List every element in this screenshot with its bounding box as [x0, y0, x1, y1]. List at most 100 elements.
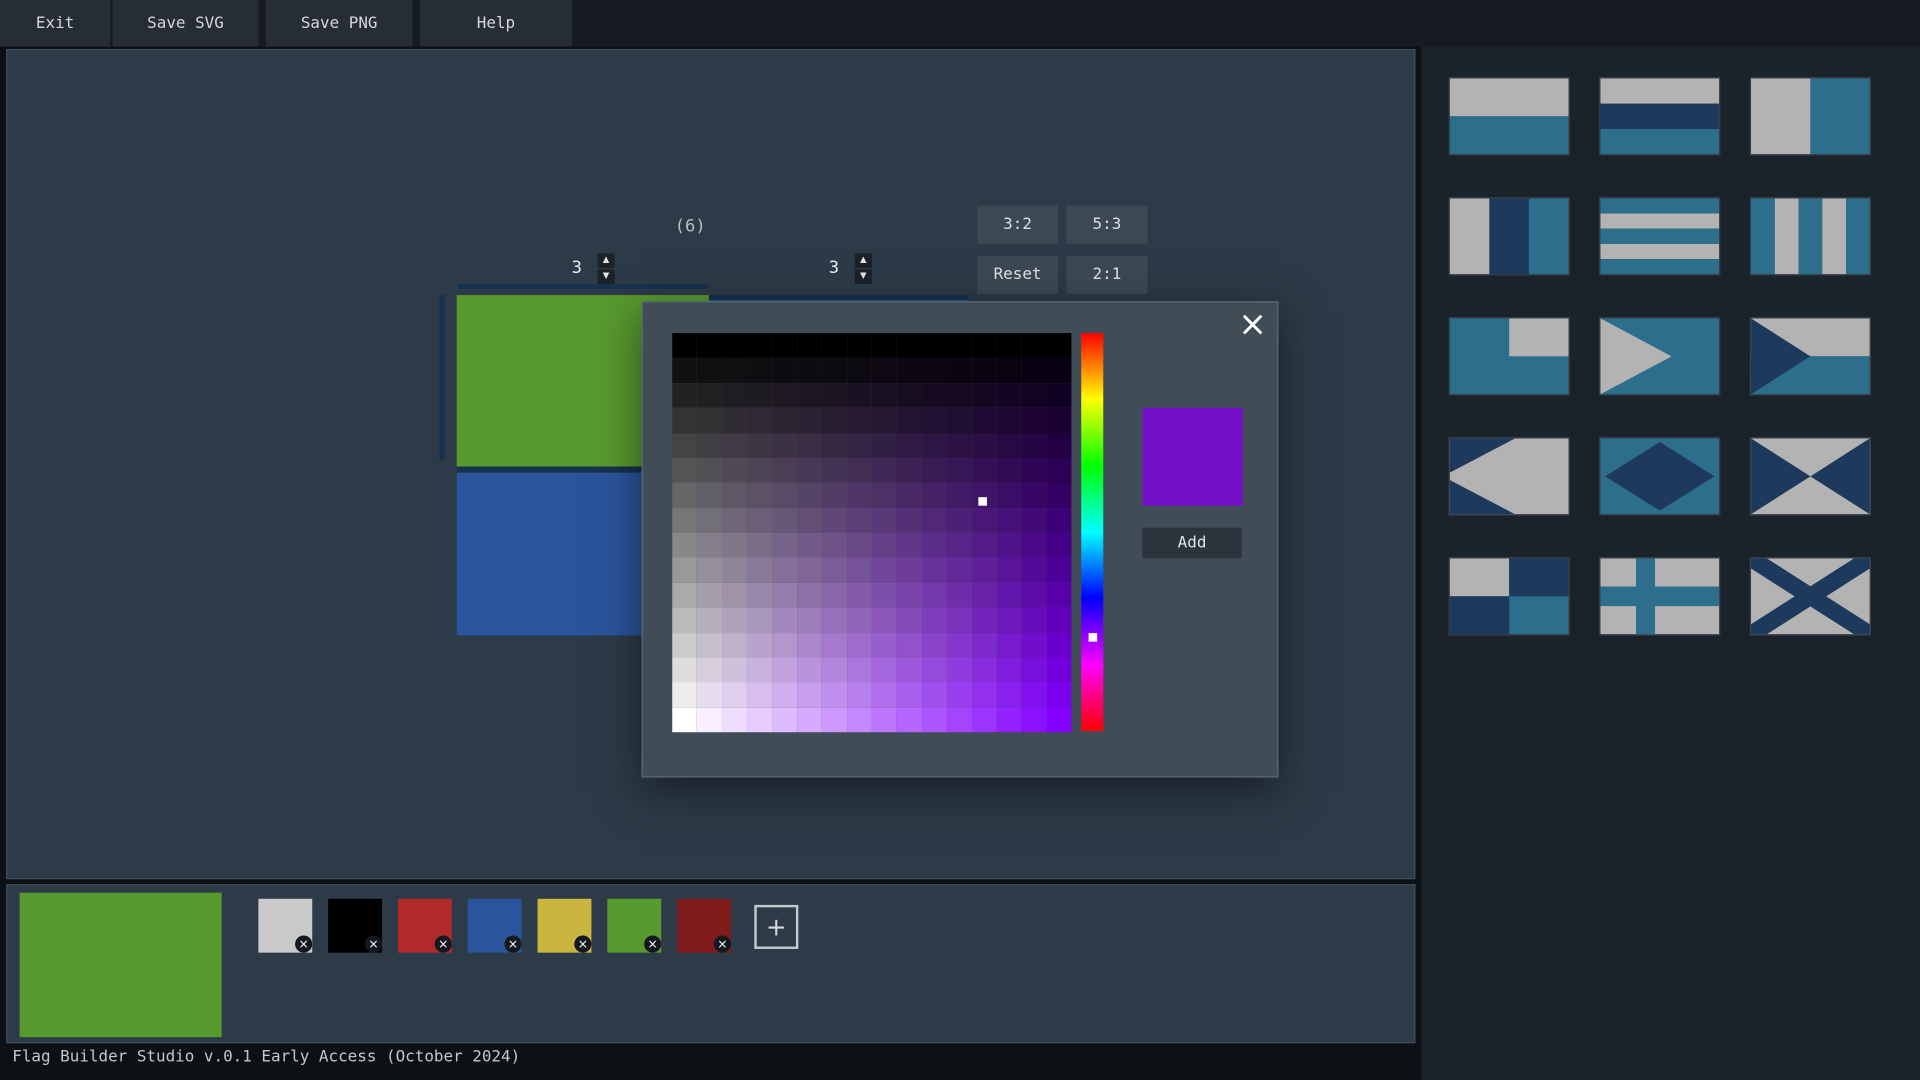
- sv-cell[interactable]: [897, 707, 922, 732]
- sv-cell[interactable]: [822, 533, 847, 558]
- sv-cell[interactable]: [1046, 483, 1071, 508]
- sv-cell[interactable]: [697, 533, 722, 558]
- aspect-3-2-button[interactable]: 3:2: [977, 206, 1058, 244]
- sv-cell[interactable]: [772, 657, 797, 682]
- sv-cell[interactable]: [922, 333, 947, 358]
- sv-cell[interactable]: [897, 558, 922, 583]
- sv-cell[interactable]: [747, 657, 772, 682]
- sv-cell[interactable]: [947, 657, 972, 682]
- sv-cell[interactable]: [897, 458, 922, 483]
- sv-cell[interactable]: [747, 558, 772, 583]
- spinner-down-icon[interactable]: ▼: [855, 269, 872, 284]
- sv-cell[interactable]: [1022, 607, 1047, 632]
- sv-cell[interactable]: [1046, 707, 1071, 732]
- template-thumbnail-horizontal-bicolor[interactable]: [1450, 78, 1569, 154]
- sv-cell[interactable]: [947, 333, 972, 358]
- sv-cell[interactable]: [697, 383, 722, 408]
- sv-cell[interactable]: [1022, 657, 1047, 682]
- sv-cell[interactable]: [772, 707, 797, 732]
- sv-cell[interactable]: [822, 458, 847, 483]
- sv-cell[interactable]: [847, 433, 872, 458]
- sv-cell[interactable]: [1046, 408, 1071, 433]
- palette-swatch-3[interactable]: ×: [468, 899, 522, 953]
- sv-cell[interactable]: [872, 583, 897, 608]
- sv-cell[interactable]: [922, 433, 947, 458]
- sv-cell[interactable]: [697, 632, 722, 657]
- sv-cell[interactable]: [872, 707, 897, 732]
- sv-cell[interactable]: [672, 508, 697, 533]
- delete-swatch-icon[interactable]: ×: [504, 936, 521, 953]
- sv-cell[interactable]: [997, 508, 1022, 533]
- sv-cell[interactable]: [847, 583, 872, 608]
- sv-cell[interactable]: [722, 707, 747, 732]
- sv-cell[interactable]: [997, 607, 1022, 632]
- sv-cell[interactable]: [772, 458, 797, 483]
- delete-swatch-icon[interactable]: ×: [574, 936, 591, 953]
- sv-cell[interactable]: [947, 483, 972, 508]
- sv-cell[interactable]: [872, 632, 897, 657]
- sv-cell[interactable]: [972, 707, 997, 732]
- sv-cell[interactable]: [697, 558, 722, 583]
- template-thumbnail-wedge-gray[interactable]: [1600, 318, 1719, 394]
- sv-cell[interactable]: [747, 483, 772, 508]
- sv-cell[interactable]: [747, 707, 772, 732]
- sv-cell[interactable]: [797, 707, 822, 732]
- sv-cell[interactable]: [997, 632, 1022, 657]
- sv-cell[interactable]: [1046, 682, 1071, 707]
- sv-cell[interactable]: [1022, 508, 1047, 533]
- sv-cell[interactable]: [897, 508, 922, 533]
- sv-cell[interactable]: [797, 358, 822, 383]
- sv-cell[interactable]: [747, 333, 772, 358]
- sv-cell[interactable]: [947, 433, 972, 458]
- spinner-down-icon[interactable]: ▼: [598, 269, 615, 284]
- sv-cell[interactable]: [672, 358, 697, 383]
- sv-cell[interactable]: [947, 583, 972, 608]
- add-swatch-button[interactable]: +: [754, 905, 798, 949]
- sv-cell[interactable]: [722, 657, 747, 682]
- sv-cell[interactable]: [722, 558, 747, 583]
- sv-cell[interactable]: [697, 682, 722, 707]
- sv-cell[interactable]: [872, 558, 897, 583]
- sv-cell[interactable]: [672, 483, 697, 508]
- sv-cell[interactable]: [672, 632, 697, 657]
- template-thumbnail-half-quarter[interactable]: [1450, 318, 1569, 394]
- sv-cell[interactable]: [972, 433, 997, 458]
- sv-cell[interactable]: [922, 508, 947, 533]
- sv-cell[interactable]: [1046, 333, 1071, 358]
- hue-marker[interactable]: [1089, 633, 1098, 642]
- sv-cell[interactable]: [897, 607, 922, 632]
- sv-cell[interactable]: [722, 358, 747, 383]
- sv-cell[interactable]: [772, 558, 797, 583]
- sv-cell[interactable]: [972, 657, 997, 682]
- sv-cell[interactable]: [1022, 458, 1047, 483]
- sv-cell[interactable]: [697, 657, 722, 682]
- sv-cell[interactable]: [997, 333, 1022, 358]
- sv-cell[interactable]: [722, 508, 747, 533]
- sv-cell[interactable]: [972, 358, 997, 383]
- sv-cell[interactable]: [947, 408, 972, 433]
- sv-cell[interactable]: [922, 408, 947, 433]
- exit-button[interactable]: Exit: [0, 0, 110, 47]
- sv-cell[interactable]: [747, 682, 772, 707]
- sv-cell[interactable]: [797, 458, 822, 483]
- sv-cell[interactable]: [872, 682, 897, 707]
- spinner-up-icon[interactable]: ▲: [855, 253, 872, 268]
- sv-cell[interactable]: [1046, 358, 1071, 383]
- left-spinner-value[interactable]: 3: [556, 251, 598, 285]
- sv-cell[interactable]: [972, 632, 997, 657]
- sv-cell[interactable]: [897, 333, 922, 358]
- sv-cell[interactable]: [697, 707, 722, 732]
- sv-cell[interactable]: [947, 458, 972, 483]
- sv-cell[interactable]: [847, 707, 872, 732]
- sv-cell[interactable]: [1022, 483, 1047, 508]
- sv-cell[interactable]: [997, 458, 1022, 483]
- sv-cell[interactable]: [697, 433, 722, 458]
- add-color-button[interactable]: Add: [1142, 528, 1241, 559]
- sv-cell[interactable]: [772, 358, 797, 383]
- sv-cell[interactable]: [1022, 383, 1047, 408]
- sv-cell[interactable]: [997, 483, 1022, 508]
- sv-cell[interactable]: [847, 483, 872, 508]
- sv-cell[interactable]: [1046, 607, 1071, 632]
- sv-cell[interactable]: [822, 682, 847, 707]
- sv-cell[interactable]: [922, 607, 947, 632]
